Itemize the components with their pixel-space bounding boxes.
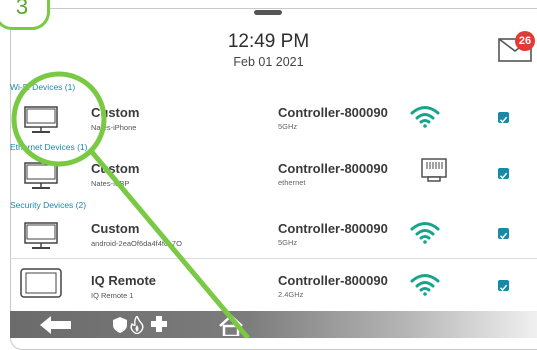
connection-band: 5GHz [278, 122, 298, 131]
device-identifier: IQ Remote 1 [91, 291, 134, 300]
controller-name: Controller-800090 [278, 273, 388, 288]
select-checkbox[interactable] [498, 168, 509, 180]
monitor-icon [22, 222, 60, 255]
section-label-wifi: Wi-Fi Devices (1) [10, 82, 76, 92]
shield-icon[interactable] [113, 317, 127, 338]
controller-name: Controller-800090 [278, 161, 388, 176]
home-icon[interactable] [217, 314, 245, 341]
clock-time: 12:49 PM [227, 31, 310, 52]
step-number-badge: 3 [0, 0, 50, 30]
device-row[interactable]: IQ Remote IQ Remote 1 Controller-800090 … [10, 260, 537, 310]
device-name: IQ Remote [91, 273, 157, 288]
device-row[interactable]: Custom Nates-MBP Controller-800090 ether… [10, 148, 537, 198]
select-checkbox[interactable] [498, 112, 509, 124]
notification-badge[interactable]: 26 [515, 31, 535, 51]
connection-band: 5GHz [278, 238, 298, 247]
device-identifier: Nates-iPhone [91, 123, 137, 132]
bottom-nav-bar [10, 311, 537, 338]
device-row[interactable]: Custom android-2eaOf6da4f4fca7O Controll… [10, 208, 537, 258]
device-identifier: Nates-MBP [91, 179, 130, 188]
wifi-icon [410, 220, 440, 249]
wifi-icon [410, 104, 440, 133]
device-name: Custom [91, 221, 140, 236]
back-arrow-icon[interactable] [40, 315, 72, 340]
ethernet-port-icon [421, 158, 447, 187]
controller-name: Controller-800090 [278, 221, 388, 236]
controller-name: Controller-800090 [278, 105, 388, 120]
select-checkbox[interactable] [498, 280, 509, 292]
row-divider [10, 258, 537, 259]
device-name: Custom [91, 105, 140, 120]
monitor-icon [22, 106, 60, 139]
select-checkbox[interactable] [498, 228, 509, 240]
clock-date: Feb 01 2021 [233, 55, 304, 69]
device-identifier: android-2eaOf6da4f4fca7O [91, 239, 182, 248]
medical-cross-icon[interactable] [151, 316, 167, 337]
connection-band: 2.4GHz [278, 290, 304, 299]
fire-icon[interactable] [130, 314, 144, 339]
touchscreen-icon [20, 268, 62, 303]
pull-down-handle[interactable] [254, 10, 282, 15]
monitor-icon [22, 162, 60, 195]
device-row[interactable]: Custom Nates-iPhone Controller-800090 5G… [10, 92, 537, 142]
connection-band: ethernet [278, 178, 306, 187]
device-name: Custom [91, 161, 140, 176]
wifi-icon [410, 272, 440, 301]
